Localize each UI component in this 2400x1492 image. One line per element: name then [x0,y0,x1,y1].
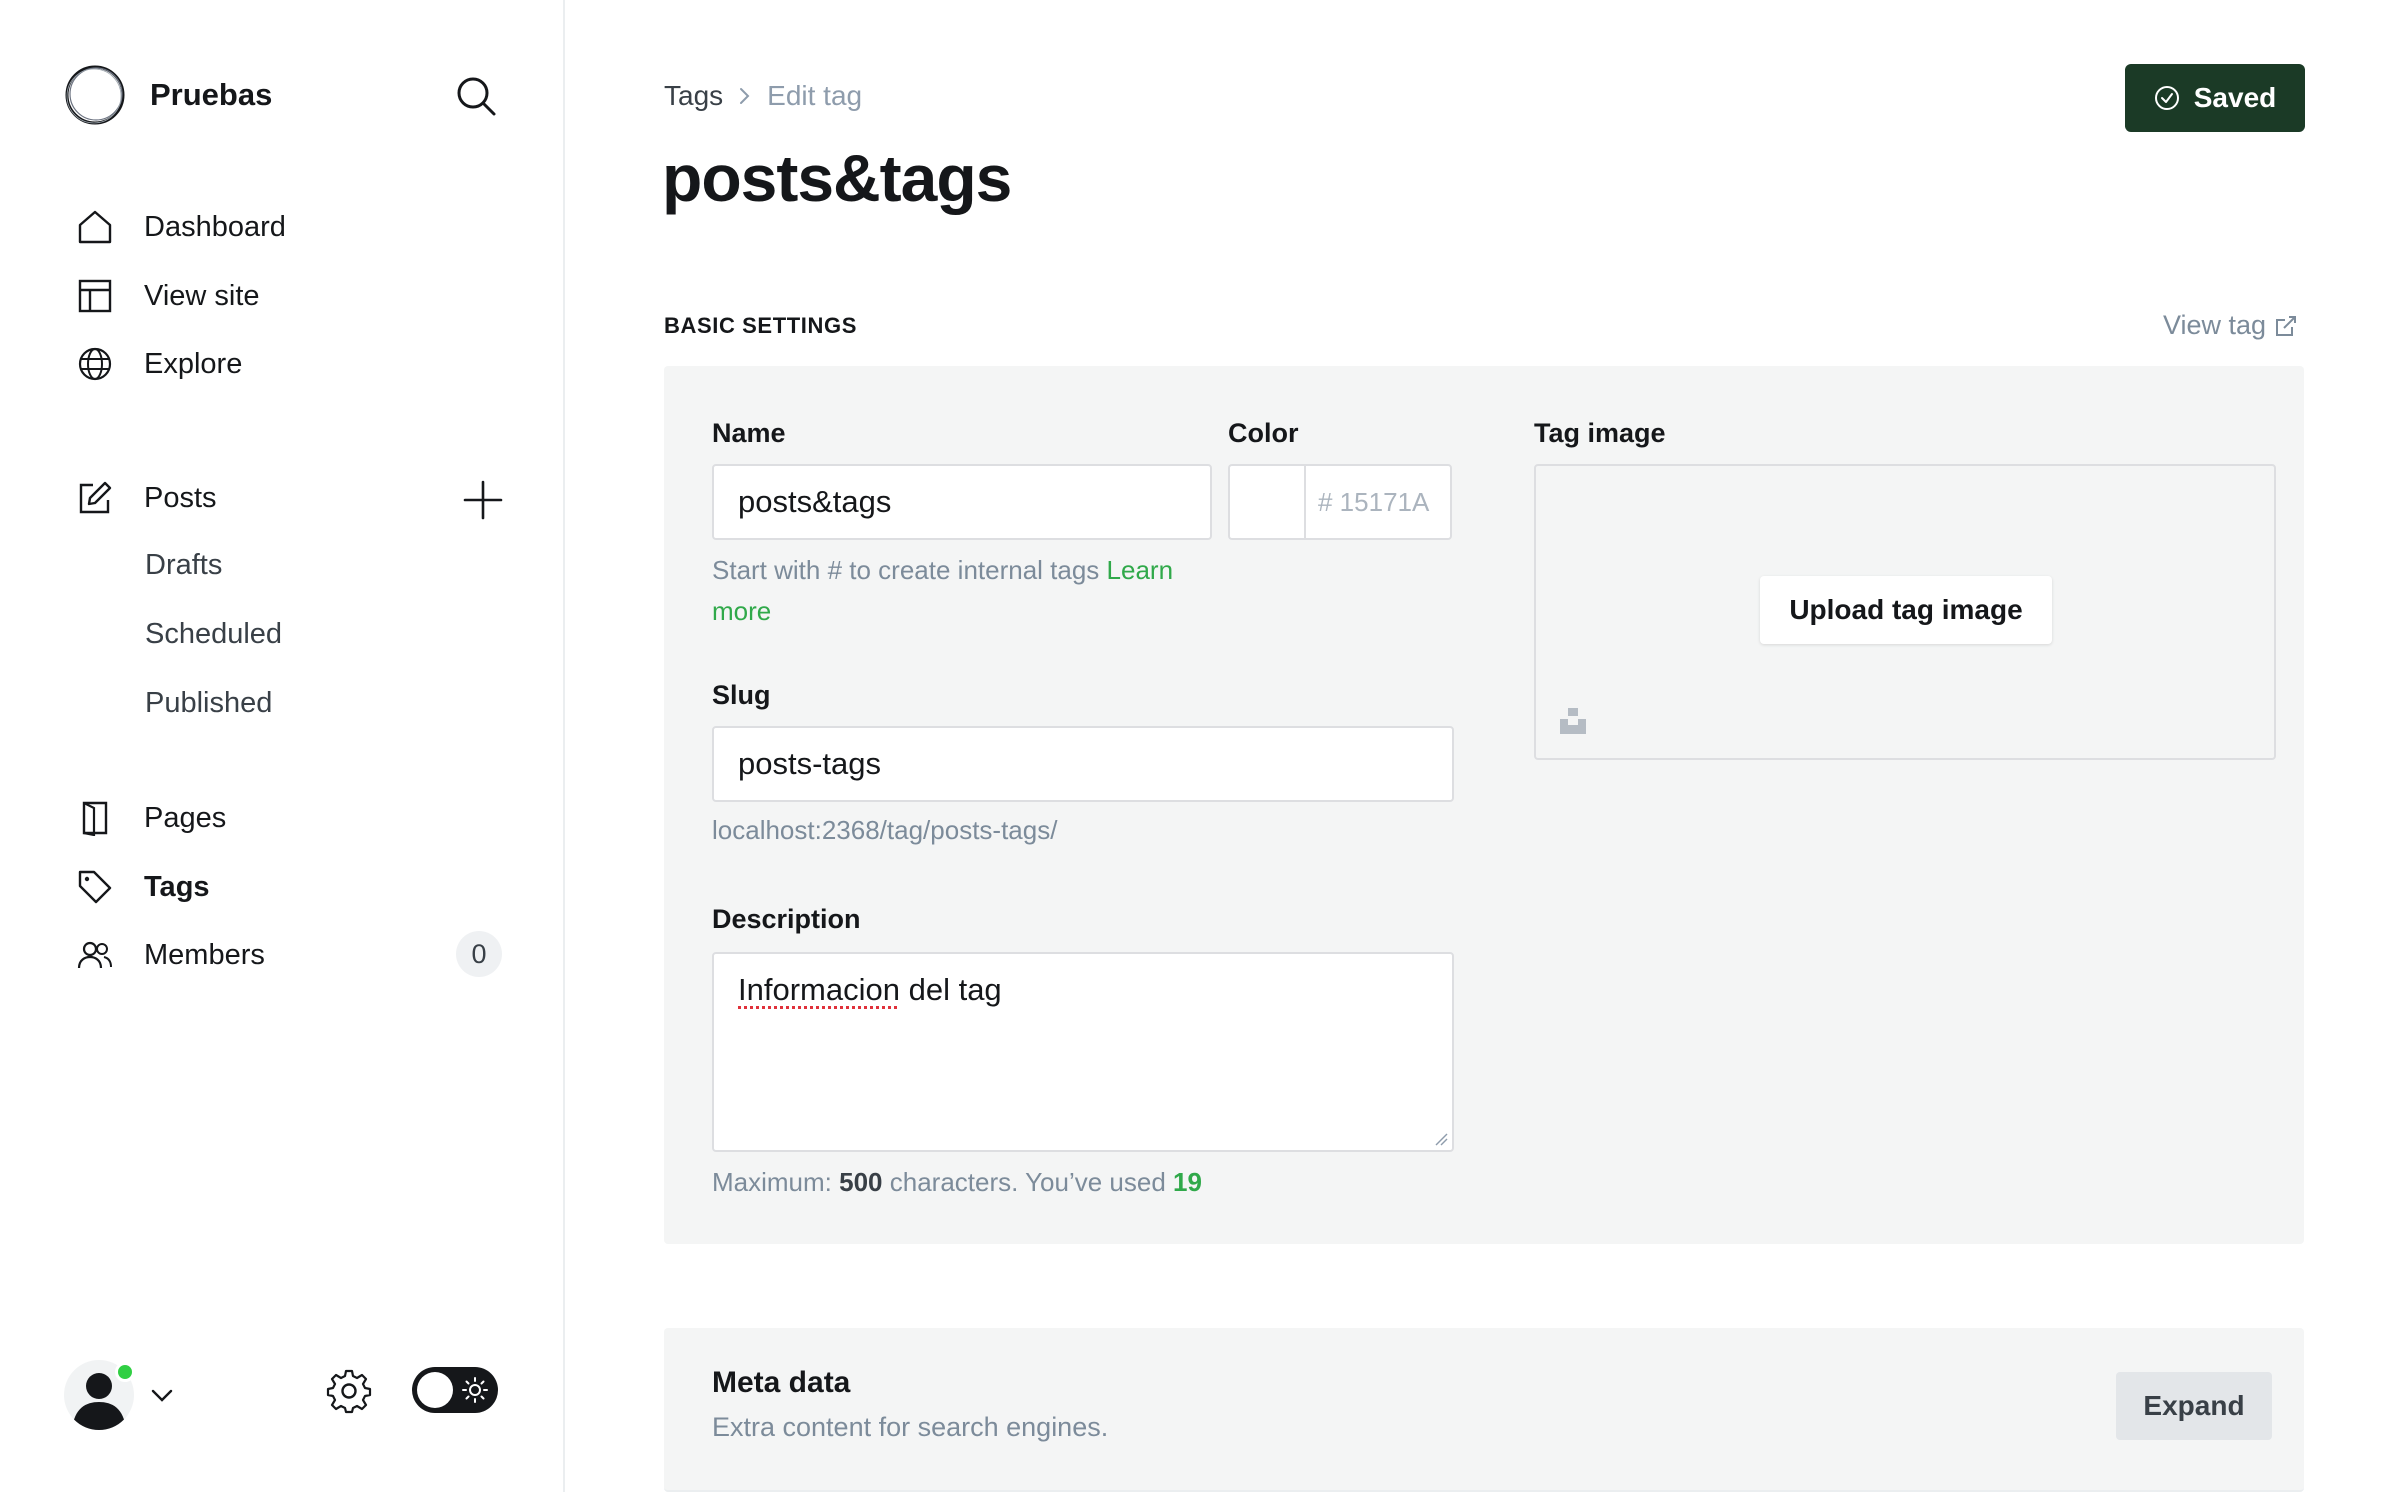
meta-data-title: Meta data [712,1366,851,1399]
nav-view-site-label: View site [144,279,260,312]
nav-posts-label: Posts [144,481,217,514]
tag-image-label: Tag image [1534,418,1666,448]
meta-data-subtitle: Extra content for search engines. [712,1412,1109,1442]
sun-icon [462,1377,488,1403]
nav-explore-label: Explore [144,347,243,380]
char-max: 500 [839,1167,883,1197]
new-post-plus-icon[interactable] [460,477,506,523]
description-textarea[interactable]: Informacion del tag [712,952,1454,1152]
search-icon[interactable] [454,74,498,118]
toggle-knob [417,1372,453,1408]
nav-dashboard-label: Dashboard [144,210,286,243]
members-icon [76,936,114,974]
brand[interactable]: Pruebas [64,64,272,126]
breadcrumb: Tags Edit tag [664,80,862,112]
color-label: Color [1228,418,1299,448]
description-label: Description [712,904,861,934]
nav-members[interactable]: Members [76,927,446,983]
description-char-count: Maximum: 500 characters. You’ve used 19 [712,1162,1202,1203]
globe-icon [76,345,114,383]
nav-view-site[interactable]: View site [76,268,506,324]
char-count-mid: characters. You’ve used [882,1167,1174,1197]
nav-scheduled[interactable]: Scheduled [145,609,282,659]
slug-input[interactable]: posts-tags [712,726,1454,802]
members-count-badge: 0 [456,931,502,977]
color-swatch[interactable] [1228,464,1304,540]
nav-tags-label: Tags [144,870,210,903]
home-icon [76,208,114,246]
theme-toggle[interactable] [412,1367,498,1413]
gear-icon[interactable] [326,1368,372,1414]
breadcrumb-current: Edit tag [767,80,863,111]
online-status-dot [115,1362,135,1382]
expand-button[interactable]: Expand [2116,1372,2272,1440]
resize-handle-icon[interactable] [1434,1132,1448,1146]
layout-icon [76,277,114,315]
char-used: 19 [1173,1167,1202,1197]
chevron-right-icon [740,88,750,104]
name-hint: Start with # to create internal tags Lea… [712,550,1232,632]
main-content: Tags Edit tag posts&tags Saved BASIC SET… [567,0,2400,1492]
external-link-icon [2276,315,2297,336]
nav-pages[interactable]: Pages [76,790,506,846]
saved-button-label: Saved [2193,82,2277,113]
sidebar: Pruebas Dashboard View site Explore Post… [0,0,565,1492]
nav-members-label: Members [144,938,265,971]
view-tag-label: View tag [2163,310,2267,340]
chevron-down-icon [151,1389,173,1402]
breadcrumb-tags-link[interactable]: Tags [664,80,723,112]
nav-posts[interactable]: Posts [76,470,446,526]
char-count-prefix: Maximum: [712,1167,840,1197]
saved-button[interactable]: Saved [2125,64,2305,132]
page-icon [76,799,114,837]
slug-label: Slug [712,680,771,710]
page-title: posts&tags [662,141,1012,215]
nav-pages-label: Pages [144,801,227,834]
site-name: Pruebas [150,77,273,112]
name-input[interactable]: posts&tags [712,464,1212,540]
edit-icon [76,479,114,517]
basic-settings-heading: BASIC SETTINGS [664,313,857,338]
name-label: Name [712,418,786,448]
misspelled-word: Informacion [738,972,900,1007]
meta-data-card: Meta data Extra content for search engin… [664,1328,2304,1492]
view-tag-link[interactable]: View tag [2163,310,2298,341]
nav-dashboard[interactable]: Dashboard [76,199,506,255]
site-logo-icon [65,65,125,125]
unsplash-icon [1560,708,1586,734]
nav-published[interactable]: Published [145,678,272,728]
tag-icon [76,868,114,906]
tag-image-dropzone[interactable]: Upload tag image [1534,464,2276,760]
nav-drafts[interactable]: Drafts [145,540,222,590]
upload-tag-image-button[interactable]: Upload tag image [1760,576,2052,644]
color-input[interactable]: # 15171A [1304,464,1452,540]
slug-url-preview: localhost:2368/tag/posts-tags/ [712,815,1058,845]
description-text: del tag [908,972,1002,1007]
nav-explore[interactable]: Explore [76,336,506,392]
basic-settings-card: Name posts&tags Start with # to create i… [664,366,2304,1244]
name-hint-text: Start with # to create internal tags [712,555,1107,585]
nav-tags[interactable]: Tags [76,859,506,915]
check-circle-icon [2154,86,2179,110]
